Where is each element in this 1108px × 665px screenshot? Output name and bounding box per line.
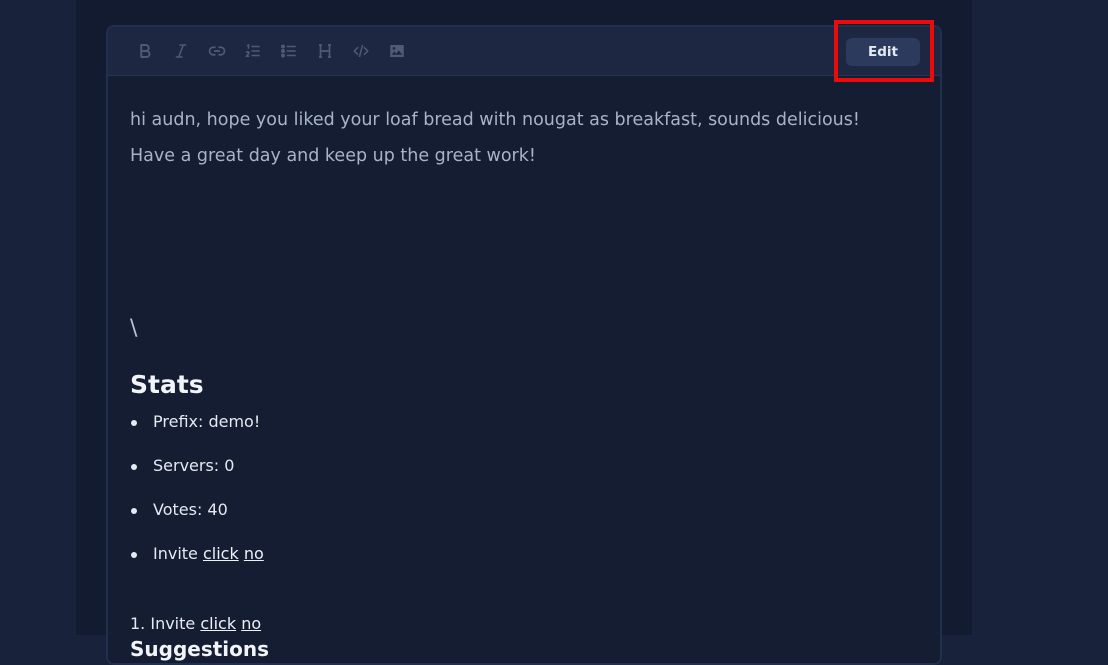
unordered-list-icon[interactable]	[277, 39, 301, 63]
code-icon[interactable]	[349, 39, 373, 63]
stats-heading: Stats	[130, 370, 204, 399]
editor-content[interactable]: hi audn, hope you liked your loaf bread …	[130, 102, 920, 661]
bullet	[131, 508, 137, 514]
servers-stat: Servers: 0	[153, 456, 235, 475]
bullet	[131, 552, 137, 558]
list-item: Invite click no	[130, 540, 264, 584]
encouragement-line: Have a great day and keep up the great w…	[130, 146, 536, 166]
numbered-invite-line: 1. Invite click no	[130, 610, 261, 638]
numbered-invite-label: 1. Invite	[130, 614, 196, 633]
suggestions-heading: Suggestions	[130, 637, 270, 661]
list-item: Prefix: demo!	[130, 408, 264, 452]
invite-click-link[interactable]: click	[203, 544, 239, 563]
ordered-list-icon[interactable]	[241, 39, 265, 63]
votes-stat: Votes: 40	[153, 500, 228, 519]
editor-toolbar: Edit	[108, 27, 940, 76]
greeting-line: hi audn, hope you liked your loaf bread …	[130, 110, 860, 130]
bullet	[131, 464, 137, 470]
list-item: Servers: 0	[130, 452, 264, 496]
invite-no-link[interactable]: no	[244, 544, 264, 563]
link-icon[interactable]	[205, 39, 229, 63]
prefix-stat: Prefix: demo!	[153, 412, 261, 431]
backslash-text: \	[130, 316, 138, 341]
list-item: Votes: 40	[130, 496, 264, 540]
edit-button[interactable]: Edit	[846, 38, 920, 66]
numbered-click-link[interactable]: click	[200, 614, 236, 633]
bold-icon[interactable]	[133, 39, 157, 63]
heading-icon[interactable]	[313, 39, 337, 63]
markdown-editor: Edit hi audn, hope you liked your loaf b…	[106, 25, 942, 665]
image-icon[interactable]	[385, 39, 409, 63]
invite-label: Invite	[153, 544, 198, 563]
stats-list: Prefix: demo! Servers: 0 Votes: 40 Invit…	[130, 408, 264, 584]
italic-icon[interactable]	[169, 39, 193, 63]
bullet	[131, 420, 137, 426]
numbered-no-link[interactable]: no	[241, 614, 261, 633]
